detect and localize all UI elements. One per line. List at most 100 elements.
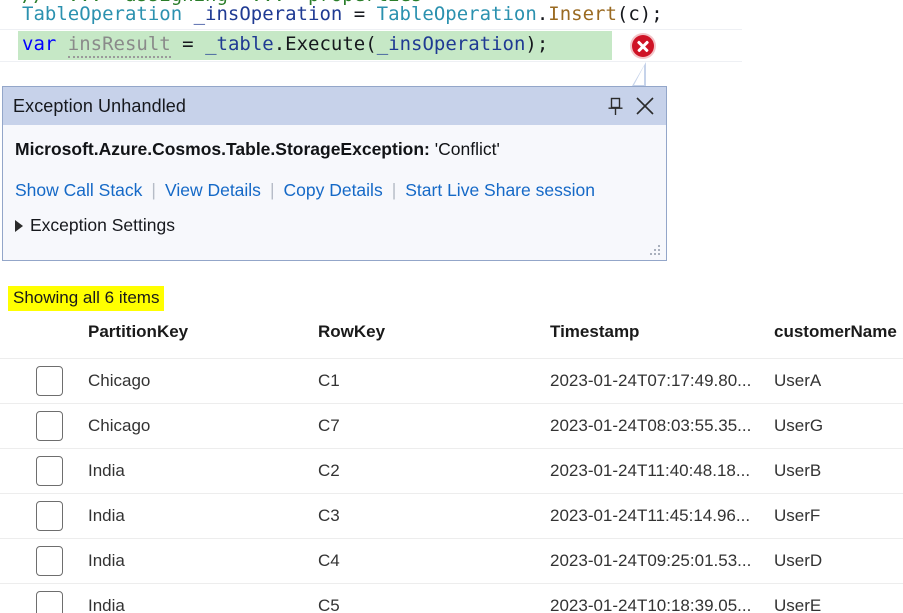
token-eq: =	[342, 3, 377, 25]
screen-root: // ... assigning ... properties TableOpe…	[0, 0, 903, 613]
code-editor[interactable]: // ... assigning ... properties TableOpe…	[0, 0, 903, 72]
cell-customername: UserA	[774, 358, 903, 404]
token-eq-2: =	[170, 33, 206, 55]
table-row[interactable]: India C5 2023-01-24T10:18:39.05... UserE	[0, 583, 903, 613]
exception-dialog-body: Microsoft.Azure.Cosmos.Table.StorageExce…	[3, 125, 666, 260]
token-dot-2: .	[273, 33, 286, 55]
token-ident-insoperation: _insOperation	[193, 3, 343, 25]
table-row[interactable]: India C3 2023-01-24T11:45:14.96... UserF	[0, 493, 903, 539]
row-checkbox-cell	[0, 403, 88, 449]
token-rparen: );	[525, 33, 549, 55]
resize-grip-icon[interactable]	[648, 243, 662, 257]
row-checkbox-cell	[0, 448, 88, 494]
show-call-stack-link[interactable]: Show Call Stack	[15, 180, 142, 201]
exception-dialog-title: Exception Unhandled	[13, 95, 187, 116]
editor-gutter	[0, 31, 18, 60]
cell-partitionkey: India	[88, 583, 318, 613]
token-ident-insoperation-2: _insOperation	[376, 33, 526, 55]
cell-timestamp: 2023-01-24T07:17:49.80...	[550, 358, 774, 404]
cell-partitionkey: India	[88, 538, 318, 584]
code-line-execute[interactable]: var insResult = _table.Execute(_insOpera…	[22, 31, 548, 58]
cell-timestamp: 2023-01-24T09:25:01.53...	[550, 538, 774, 584]
cell-rowkey: C7	[318, 403, 550, 449]
column-header-rowkey[interactable]: RowKey	[318, 322, 550, 359]
code-line-declare[interactable]: TableOperation _insOperation = TableOper…	[22, 1, 663, 28]
cell-rowkey: C2	[318, 448, 550, 494]
column-header-select[interactable]	[0, 322, 88, 359]
cell-partitionkey: Chicago	[88, 358, 318, 404]
editor-rule-bottom	[0, 61, 742, 62]
token-ident-table: _table	[205, 33, 274, 55]
cell-customername: UserE	[774, 583, 903, 613]
token-type-tableoperation-2: TableOperation	[376, 3, 537, 25]
copy-details-link[interactable]: Copy Details	[283, 180, 382, 201]
editor-rule-top	[0, 29, 742, 30]
close-icon-svg	[636, 97, 654, 115]
cell-customername: UserG	[774, 403, 903, 449]
cell-partitionkey: India	[88, 493, 318, 539]
token-type-tableoperation: TableOperation	[22, 3, 183, 25]
row-checkbox[interactable]	[36, 501, 63, 531]
exception-actions: Show Call Stack | View Details | Copy De…	[15, 180, 654, 201]
row-checkbox[interactable]	[36, 456, 63, 486]
exception-message-row: Microsoft.Azure.Cosmos.Table.StorageExce…	[15, 139, 654, 160]
table-row[interactable]: Chicago C1 2023-01-24T07:17:49.80... UserA	[0, 358, 903, 404]
view-details-link[interactable]: View Details	[165, 180, 261, 201]
pin-icon[interactable]	[600, 91, 630, 121]
token-method-execute: Execute	[285, 33, 366, 55]
row-checkbox-cell	[0, 583, 88, 613]
cell-timestamp: 2023-01-24T10:18:39.05...	[550, 583, 774, 613]
column-header-customername[interactable]: customerName	[774, 322, 903, 359]
action-separator-2: |	[269, 180, 275, 200]
cell-timestamp: 2023-01-24T11:40:48.18...	[550, 448, 774, 494]
results-table-body: Chicago C1 2023-01-24T07:17:49.80... UserA C…	[0, 358, 903, 613]
exception-settings-expander[interactable]: Exception Settings	[15, 215, 654, 236]
action-separator-1: |	[151, 180, 156, 200]
chevron-right-icon	[15, 219, 23, 232]
cell-customername: UserD	[774, 538, 903, 584]
token-method-insert: Insert	[548, 3, 617, 25]
cell-customername: UserF	[774, 493, 903, 539]
column-header-partitionkey[interactable]: PartitionKey	[88, 322, 318, 359]
token-dot: .	[536, 3, 549, 25]
row-checkbox-cell	[0, 358, 88, 404]
row-checkbox[interactable]	[36, 411, 63, 441]
tooltip-pointer-tail-inner	[634, 66, 644, 85]
showing-items-status: Showing all 6 items	[8, 286, 165, 311]
action-separator-3: |	[391, 180, 397, 200]
results-table-head: PartitionKey RowKey Timestamp customerNa…	[0, 322, 903, 359]
token-kw-var: var	[22, 33, 57, 55]
cell-partitionkey: India	[88, 448, 318, 494]
table-row[interactable]: Chicago C7 2023-01-24T08:03:55.35... UserG	[0, 403, 903, 449]
close-icon[interactable]	[630, 91, 660, 121]
row-checkbox-cell	[0, 538, 88, 584]
table-row[interactable]: India C2 2023-01-24T11:40:48.18... UserB	[0, 448, 903, 494]
exception-settings-label: Exception Settings	[30, 215, 175, 235]
column-header-timestamp[interactable]: Timestamp	[550, 322, 774, 359]
token-args: (c);	[616, 3, 663, 25]
results-table-header-row: PartitionKey RowKey Timestamp customerNa…	[0, 322, 903, 359]
cell-timestamp: 2023-01-24T08:03:55.35...	[550, 403, 774, 449]
cell-partitionkey: Chicago	[88, 403, 318, 449]
row-checkbox-cell	[0, 493, 88, 539]
table-row[interactable]: India C4 2023-01-24T09:25:01.53... UserD	[0, 538, 903, 584]
cell-rowkey: C4	[318, 538, 550, 584]
cell-customername: UserB	[774, 448, 903, 494]
cell-rowkey: C5	[318, 583, 550, 613]
token-space-2	[56, 33, 67, 55]
results-table-container[interactable]: PartitionKey RowKey Timestamp customerNa…	[0, 322, 903, 613]
token-ident-insresult: insResult	[67, 33, 171, 58]
start-live-share-session-link[interactable]: Start Live Share session	[405, 180, 595, 201]
row-checkbox[interactable]	[36, 591, 63, 613]
exception-dialog[interactable]: Exception Unhandled Microsoft.Azure.Cosm…	[2, 86, 667, 261]
cell-rowkey: C1	[318, 358, 550, 404]
row-checkbox[interactable]	[36, 546, 63, 576]
error-circle-x-icon[interactable]	[632, 35, 654, 57]
cell-timestamp: 2023-01-24T11:45:14.96...	[550, 493, 774, 539]
exception-message: 'Conflict'	[434, 139, 500, 159]
cell-rowkey: C3	[318, 493, 550, 539]
row-checkbox[interactable]	[36, 366, 63, 396]
exception-dialog-header: Exception Unhandled	[3, 87, 666, 125]
exception-type: Microsoft.Azure.Cosmos.Table.StorageExce…	[15, 139, 430, 159]
